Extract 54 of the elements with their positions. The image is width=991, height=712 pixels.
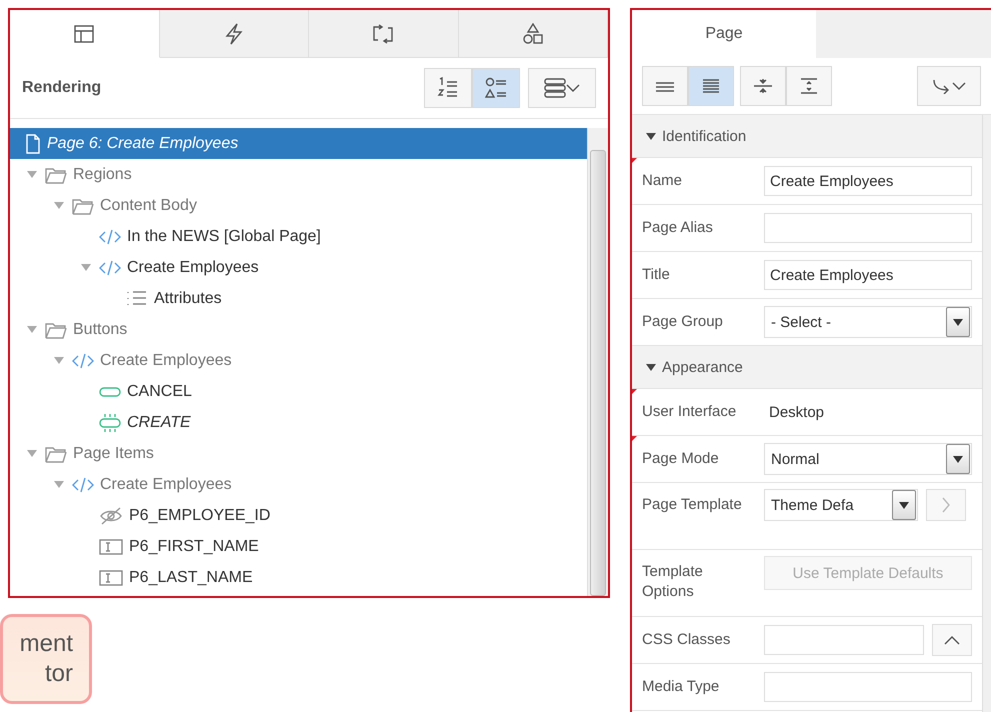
property-label: Name xyxy=(642,171,684,191)
tree-label: Page 6: Create Employees xyxy=(47,134,238,152)
tree-node[interactable]: Buttons xyxy=(10,314,587,345)
property-label: Title xyxy=(642,265,671,285)
tree-node[interactable]: P6_LAST_NAME xyxy=(10,562,587,593)
tree-label: CANCEL xyxy=(127,382,192,400)
property-label: User Interface xyxy=(642,402,738,422)
tree-label: Content Body xyxy=(100,196,197,214)
tree-label: P6_EMPLOYEE_ID xyxy=(129,506,270,524)
panel-tab[interactable]: Page xyxy=(632,10,816,58)
property-label: Template Options xyxy=(642,562,704,602)
tree-label: P6_FIRST_NAME xyxy=(129,538,259,556)
tree-node[interactable]: In the NEWS [Global Page] xyxy=(10,221,587,252)
tree-node[interactable]: Create Employees xyxy=(10,252,587,283)
section-title: Appearance xyxy=(662,358,743,376)
select-field[interactable]: - Select - xyxy=(764,306,972,338)
tree-node[interactable]: P6_EMPLOYEE_ID xyxy=(10,500,587,531)
text-field[interactable]: Create Employees xyxy=(764,166,972,196)
tree-node[interactable]: Page Items xyxy=(10,438,587,469)
property-label: Media Type xyxy=(642,677,720,697)
property-label: CSS Classes xyxy=(642,630,732,650)
text-field[interactable]: Create Employees xyxy=(764,260,972,290)
tree-label: In the NEWS [Global Page] xyxy=(127,228,321,246)
tree-node[interactable]: P6_FIRST_NAME xyxy=(10,531,587,562)
section-header[interactable]: Appearance xyxy=(632,346,982,389)
panel-title: Rendering xyxy=(22,79,102,97)
property-label: Page Group xyxy=(642,312,724,332)
tree-label: Regions xyxy=(73,166,132,184)
tree-label: CREATE xyxy=(127,414,191,432)
tree-label: Create Employees xyxy=(127,258,259,276)
tree-node[interactable]: Create Employees xyxy=(10,345,587,376)
callout-text: tor xyxy=(44,659,73,689)
tree-label: Buttons xyxy=(73,320,128,338)
tree-node[interactable]: CREATE xyxy=(10,407,587,438)
select-field[interactable]: Normal xyxy=(764,443,972,475)
callout-text: ment xyxy=(20,629,73,659)
section-header[interactable]: Identification xyxy=(632,115,982,158)
property-value: Desktop xyxy=(768,404,824,420)
tree-label: P6_LAST_NAME xyxy=(129,568,253,586)
tree-node[interactable]: Page 6: Create Employees xyxy=(10,128,587,159)
property-label: Page Mode xyxy=(642,449,720,469)
select-field[interactable]: Theme Defa xyxy=(764,489,918,521)
section-title: Identification xyxy=(662,128,746,144)
tree-node[interactable]: Attributes xyxy=(10,283,587,314)
tree-label: Create Employees xyxy=(100,352,232,370)
tree-node[interactable]: CANCEL xyxy=(10,376,587,407)
property-label: Page Template xyxy=(642,495,743,515)
tree-label: Attributes xyxy=(154,290,222,308)
tree-node[interactable]: Regions xyxy=(10,159,587,190)
tree-node[interactable]: Content Body xyxy=(10,190,587,221)
tree-label: Page Items xyxy=(73,444,154,462)
tree-label: Create Employees xyxy=(100,476,232,494)
property-label: Page Alias xyxy=(642,218,714,238)
tree-node[interactable]: Create Employees xyxy=(10,469,587,500)
